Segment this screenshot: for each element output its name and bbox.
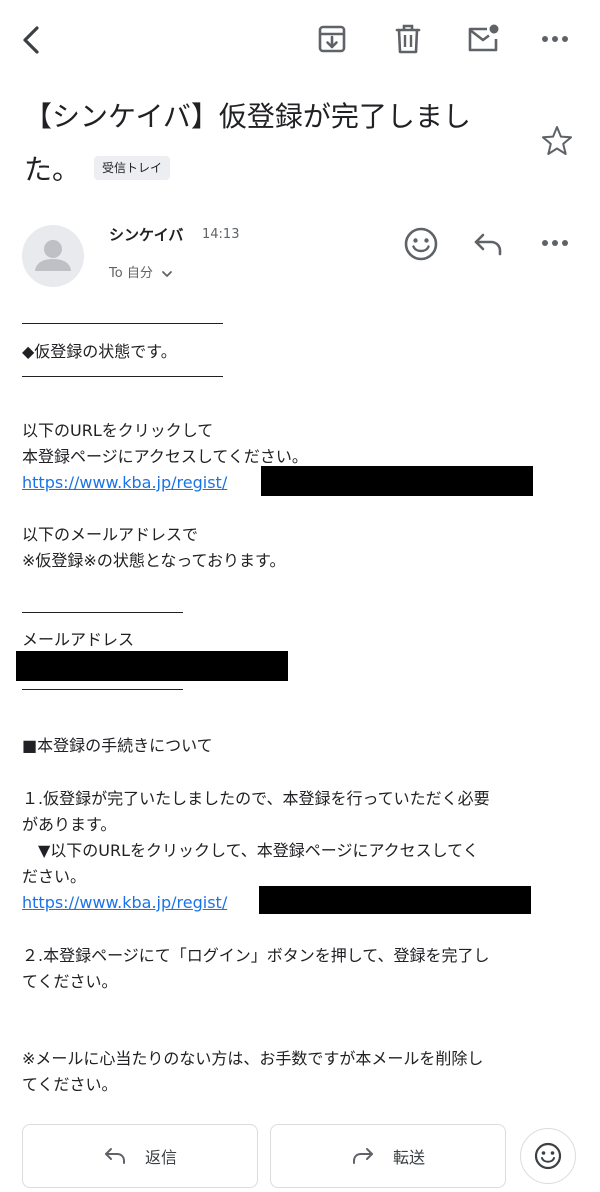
reply-button[interactable]: 返信 — [22, 1124, 258, 1188]
top-toolbar — [0, 0, 600, 80]
chevron-down-icon[interactable] — [161, 268, 173, 280]
body-text: 以下のメールアドレスで — [22, 525, 199, 544]
body-text: ▼以下のURLをクリックして、本登録ページにアクセスしてく — [22, 841, 479, 860]
sender-name[interactable]: シンケイバ — [109, 224, 183, 245]
forward-button-label: 転送 — [392, 1148, 425, 1167]
divider — [22, 376, 223, 377]
emoji-react-icon — [533, 1141, 563, 1171]
divider — [22, 689, 183, 690]
registration-link[interactable]: https://www.kba.jp/regist/ — [22, 473, 227, 492]
registration-link[interactable]: https://www.kba.jp/regist/ — [22, 893, 227, 912]
reply-button-label: 返信 — [144, 1148, 177, 1167]
procedure-title: ■本登録の手続きについて — [22, 736, 213, 755]
forward-button[interactable]: 転送 — [270, 1124, 506, 1188]
recipient-label: To 自分 — [109, 266, 153, 281]
divider — [22, 323, 223, 324]
reply-icon — [103, 1146, 127, 1166]
body-text: ※メールに心当たりのない方は、お手数ですが本メールを削除し — [22, 1049, 484, 1068]
forward-icon — [351, 1146, 375, 1166]
chevron-left-icon[interactable] — [14, 22, 50, 58]
trash-icon[interactable] — [391, 21, 425, 57]
reply-icon[interactable] — [472, 230, 504, 258]
section-title: ◆仮登録の状態です。 — [22, 342, 177, 361]
redacted-block — [259, 886, 531, 914]
recipient-details[interactable]: To 自分 — [109, 262, 173, 281]
email-heading: メールアドレス — [22, 630, 135, 649]
body-text: ２.本登録ページにて「ログイン」ボタンを押して、登録を完了し — [22, 946, 490, 965]
inbox-label[interactable]: 受信トレイ — [94, 156, 171, 180]
body-text: 以下のURLをクリックして — [22, 421, 214, 440]
body-text: ※仮登録※の状態となっております。 — [22, 551, 286, 570]
mark-unread-icon[interactable] — [465, 21, 501, 57]
sent-time: 14:13 — [202, 227, 240, 242]
body-text: てください。 — [22, 1075, 118, 1094]
divider — [22, 612, 183, 613]
body-text: ださい。 — [22, 867, 87, 886]
more-horizontal-icon[interactable] — [540, 236, 570, 250]
archive-icon[interactable] — [314, 21, 350, 57]
redacted-block — [16, 651, 288, 681]
subject-line-2: た。 — [24, 153, 81, 186]
body-text: てください。 — [22, 972, 118, 991]
emoji-react-button[interactable] — [520, 1128, 576, 1184]
more-horizontal-icon[interactable] — [540, 24, 570, 54]
body-text: があります。 — [22, 815, 117, 834]
email-subject: 【シンケイバ】仮登録が完了しまし た。 受信トレイ — [24, 90, 514, 196]
star-icon[interactable] — [540, 124, 574, 158]
emoji-react-icon[interactable] — [403, 226, 439, 262]
body-text: １.仮登録が完了いたしましたので、本登録を行っていただく必要 — [22, 789, 490, 808]
subject-line-1: 【シンケイバ】仮登録が完了しまし — [24, 100, 471, 133]
avatar[interactable] — [22, 225, 84, 287]
redacted-block — [261, 466, 533, 496]
